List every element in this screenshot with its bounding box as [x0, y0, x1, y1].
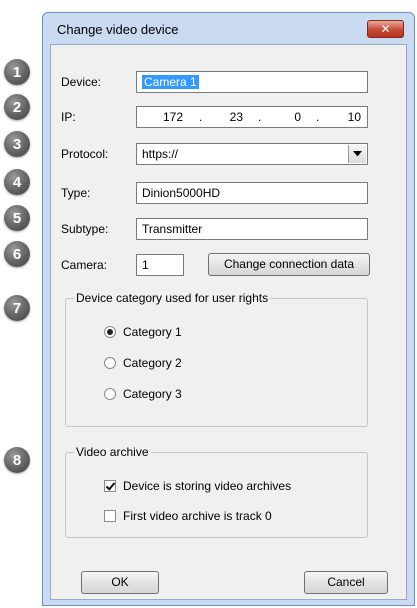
callout-badge-5: 5: [4, 205, 30, 231]
device-label: Device:: [61, 75, 102, 89]
camera-label: Camera:: [61, 258, 108, 272]
ip-input[interactable]: 172 . 23 . 0 . 10: [136, 106, 368, 128]
dialog-window: Change video device ✕ Device: Camera 1 I…: [42, 12, 415, 606]
category-2-option[interactable]: Category 2: [104, 356, 182, 370]
cancel-button[interactable]: Cancel: [304, 571, 388, 594]
callout-badge-6: 6: [4, 241, 30, 267]
chevron-down-icon[interactable]: [348, 145, 366, 163]
first-track-option[interactable]: First video archive is track 0: [104, 509, 272, 523]
camera-value: 1: [142, 258, 149, 272]
ip-dot-3: .: [316, 110, 320, 124]
dialog-client-area: Device: Camera 1 IP: 172 . 23 . 0 . 10 P…: [50, 44, 407, 600]
callout-badge-8: 8: [4, 447, 30, 473]
ip-label: IP:: [61, 110, 76, 124]
window-title: Change video device: [57, 22, 179, 37]
type-input[interactable]: Dinion5000HD: [136, 182, 368, 204]
category-1-label: Category 1: [123, 325, 182, 339]
callout-badge-4: 4: [4, 169, 30, 195]
category-group-legend: Device category used for user rights: [74, 291, 271, 305]
change-connection-button[interactable]: Change connection data: [208, 253, 370, 276]
type-label: Type:: [61, 186, 91, 200]
video-archive-group: Video archive Device is storing video ar…: [65, 445, 368, 538]
ip-octet-3[interactable]: 0: [263, 107, 301, 127]
protocol-label: Protocol:: [61, 147, 109, 161]
callout-badge-1: 1: [4, 59, 30, 85]
ip-octet-4[interactable]: 10: [323, 107, 361, 127]
close-icon: ✕: [380, 22, 391, 36]
device-input[interactable]: Camera 1: [136, 71, 368, 93]
storing-archives-label: Device is storing video archives: [123, 479, 292, 493]
ip-octet-1[interactable]: 172: [145, 107, 183, 127]
first-track-checkbox[interactable]: [104, 510, 116, 522]
category-3-label: Category 3: [123, 387, 182, 401]
subtype-label: Subtype:: [61, 222, 109, 236]
category-1-radio[interactable]: [104, 326, 116, 338]
callout-badge-2: 2: [4, 94, 30, 120]
type-value: Dinion5000HD: [142, 186, 221, 200]
ip-dot-1: .: [199, 110, 203, 124]
camera-input[interactable]: 1: [136, 254, 184, 276]
category-3-option[interactable]: Category 3: [104, 387, 182, 401]
ok-button[interactable]: OK: [81, 571, 159, 594]
video-archive-legend: Video archive: [74, 445, 151, 459]
close-button[interactable]: ✕: [367, 20, 404, 38]
callout-badge-3: 3: [4, 131, 30, 157]
category-group: Device category used for user rights Cat…: [65, 291, 368, 427]
callout-badge-7: 7: [4, 295, 30, 321]
category-2-label: Category 2: [123, 356, 182, 370]
storing-archives-checkbox[interactable]: [104, 480, 116, 492]
subtype-input[interactable]: Transmitter: [136, 218, 368, 240]
title-bar[interactable]: Change video device ✕: [43, 13, 414, 43]
ip-octet-2[interactable]: 23: [205, 107, 243, 127]
category-3-radio[interactable]: [104, 388, 116, 400]
subtype-value: Transmitter: [142, 222, 203, 236]
category-1-option[interactable]: Category 1: [104, 325, 182, 339]
device-value: Camera 1: [142, 75, 199, 89]
protocol-value: https://: [142, 147, 179, 161]
storing-archives-option[interactable]: Device is storing video archives: [104, 479, 291, 493]
category-2-radio[interactable]: [104, 357, 116, 369]
ip-dot-2: .: [258, 110, 262, 124]
protocol-select[interactable]: https://: [136, 143, 368, 165]
first-track-label: First video archive is track 0: [123, 509, 272, 523]
